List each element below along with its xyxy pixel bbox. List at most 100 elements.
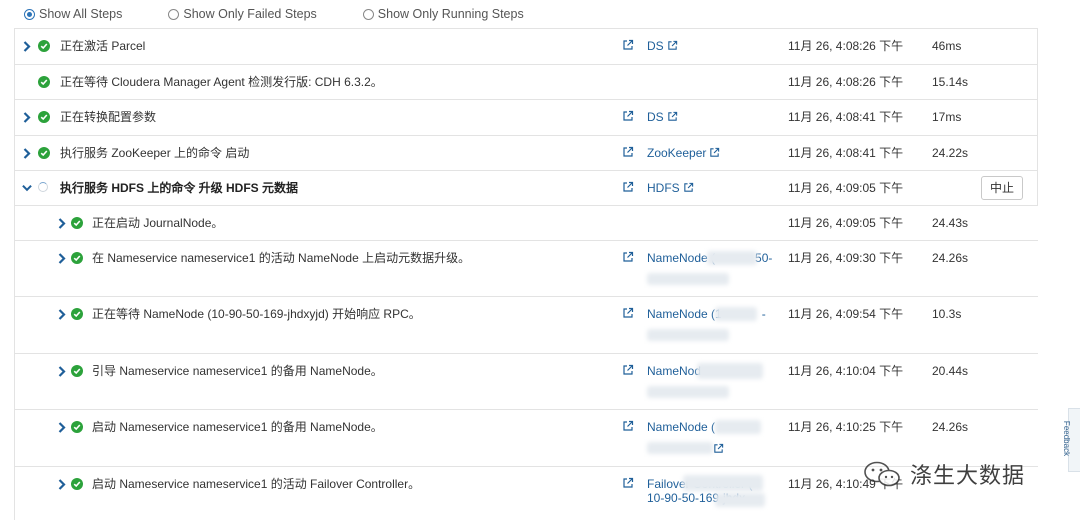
role-link-text[interactable]: DS [647, 39, 664, 53]
chevron-right-icon[interactable] [57, 297, 67, 331]
success-check-icon [38, 147, 50, 159]
role-link-tail[interactable]: - [762, 307, 766, 321]
role-link-text[interactable]: NameNode ( [647, 251, 715, 265]
abort-button[interactable]: 中止 [981, 176, 1023, 200]
step-description: 执行服务 ZooKeeper 上的命令 启动 [60, 146, 250, 160]
watermark: 涤生大数据 [862, 458, 1025, 490]
redaction-blur [647, 329, 729, 341]
substep-row: 正在启动 JournalNode。 11月 26, 4:09:05 下午 24.… [14, 206, 1038, 241]
step-start-time: 11月 26, 4:09:30 下午 [788, 251, 904, 265]
filter-show-failed[interactable]: Show Only Failed Steps [168, 7, 317, 21]
radio-icon[interactable] [362, 8, 374, 20]
external-link-icon[interactable] [622, 181, 634, 193]
chevron-right-icon[interactable] [57, 206, 67, 240]
redaction-blur [715, 493, 765, 507]
redaction-blur [647, 386, 729, 398]
step-start-time: 11月 26, 4:09:54 下午 [788, 307, 904, 321]
step-description: 在 Nameservice nameservice1 的活动 NameNode … [92, 251, 471, 265]
role-link-text[interactable]: ZooKeeper [647, 146, 706, 160]
step-duration: 15.14s [932, 75, 969, 89]
radio-icon[interactable] [24, 8, 35, 20]
success-check-icon [38, 76, 50, 88]
substep-row: 在 Nameservice nameservice1 的活动 NameNode … [14, 241, 1038, 297]
role-link[interactable]: DS [647, 29, 678, 63]
external-link-icon[interactable] [622, 39, 634, 51]
external-link-icon[interactable] [622, 146, 634, 158]
role-link[interactable]: ZooKeeper [647, 136, 720, 170]
external-link-icon[interactable] [683, 182, 694, 193]
step-duration: 24.26s [932, 251, 969, 265]
success-check-icon [71, 421, 83, 433]
external-link-icon[interactable] [667, 111, 678, 122]
step-row: 执行服务 ZooKeeper 上的命令 启动 ZooKeeper 11月 26,… [14, 136, 1038, 171]
redaction-blur [715, 420, 761, 434]
step-duration: 46ms [932, 39, 962, 53]
chevron-right-icon[interactable] [22, 29, 32, 63]
step-start-time: 11月 26, 4:10:04 下午 [788, 364, 904, 378]
external-link-icon[interactable] [622, 477, 634, 489]
chevron-right-icon[interactable] [57, 241, 67, 275]
role-link[interactable]: NameNode ( [647, 410, 715, 444]
external-link-icon[interactable] [622, 420, 634, 432]
external-link-icon[interactable] [622, 110, 634, 122]
chevron-right-icon[interactable] [22, 100, 32, 134]
success-check-icon [71, 217, 83, 229]
step-start-time: 11月 26, 4:08:41 下午 [788, 146, 904, 160]
role-link-text[interactable]: NameNode (1 [647, 307, 722, 321]
role-link[interactable]: HDFS [647, 171, 694, 205]
success-check-icon [71, 252, 83, 264]
external-link-icon[interactable] [622, 307, 634, 319]
external-link-icon[interactable] [667, 40, 678, 51]
step-start-time: 11月 26, 4:09:05 下午 [788, 181, 904, 195]
step-filter-bar: Show All Steps Show Only Failed Steps Sh… [0, 0, 1040, 28]
chevron-right-icon[interactable] [57, 354, 67, 388]
role-link-text[interactable]: NameNode ( [647, 420, 715, 434]
redaction-blur [707, 251, 757, 265]
external-link-icon[interactable] [622, 364, 634, 376]
radio-icon[interactable] [168, 8, 180, 20]
success-check-icon [38, 40, 50, 52]
wechat-icon [864, 461, 900, 487]
success-check-icon [71, 308, 83, 320]
external-link-icon[interactable] [709, 147, 720, 158]
spinner-icon [38, 182, 48, 192]
step-duration: 17ms [932, 110, 962, 124]
step-description: 引导 Nameservice nameservice1 的备用 NameNode… [92, 364, 383, 378]
filter-show-running[interactable]: Show Only Running Steps [362, 7, 524, 21]
role-link[interactable]: DS [647, 100, 678, 134]
role-link-text[interactable]: HDFS [647, 181, 680, 195]
step-description: 正在等待 NameNode (10-90-50-169-jhdxyjd) 开始响… [92, 307, 421, 321]
success-check-icon [71, 365, 83, 377]
redaction-blur [647, 273, 729, 285]
step-start-time: 11月 26, 4:09:05 下午 [788, 216, 904, 230]
step-start-time: 11月 26, 4:08:26 下午 [788, 75, 904, 89]
filter-show-all[interactable]: Show All Steps [24, 7, 122, 21]
role-link-text[interactable]: NameNod [647, 364, 701, 378]
step-start-time: 11月 26, 4:08:41 下午 [788, 110, 904, 124]
command-steps-list: 正在激活 Parcel DS 11月 26, 4:08:26 下午 46ms 正… [14, 28, 1038, 520]
step-row-running: 执行服务 HDFS 上的命令 升级 HDFS 元数据 HDFS 11月 26, … [14, 171, 1038, 206]
role-link-tail[interactable]: 50- [755, 251, 772, 265]
chevron-right-icon[interactable] [22, 136, 32, 170]
role-link[interactable]: NameNod [647, 354, 701, 388]
redaction-blur [697, 363, 763, 379]
success-check-icon [38, 111, 50, 123]
step-duration: 20.44s [932, 364, 969, 378]
step-description: 执行服务 HDFS 上的命令 升级 HDFS 元数据 [60, 181, 299, 195]
filter-label: Show Only Running Steps [377, 7, 524, 21]
chevron-right-icon[interactable] [57, 467, 67, 501]
substep-row: 正在等待 NameNode (10-90-50-169-jhdxyjd) 开始响… [14, 297, 1038, 354]
chevron-right-icon[interactable] [57, 410, 67, 444]
redaction-blur [683, 475, 763, 491]
external-link-icon[interactable] [622, 251, 634, 263]
role-link-text[interactable]: DS [647, 110, 664, 124]
redaction-blur [715, 307, 757, 321]
feedback-tab[interactable]: Feedback [1062, 408, 1080, 472]
chevron-down-icon[interactable] [22, 171, 32, 205]
step-row: 正在转换配置参数 DS 11月 26, 4:08:41 下午 17ms [14, 100, 1038, 136]
watermark-text: 涤生大数据 [910, 463, 1026, 488]
external-link-icon[interactable] [713, 443, 724, 454]
step-duration: 24.43s [932, 216, 969, 230]
filter-label: Show All Steps [39, 7, 123, 21]
step-duration: 10.3s [932, 307, 962, 321]
